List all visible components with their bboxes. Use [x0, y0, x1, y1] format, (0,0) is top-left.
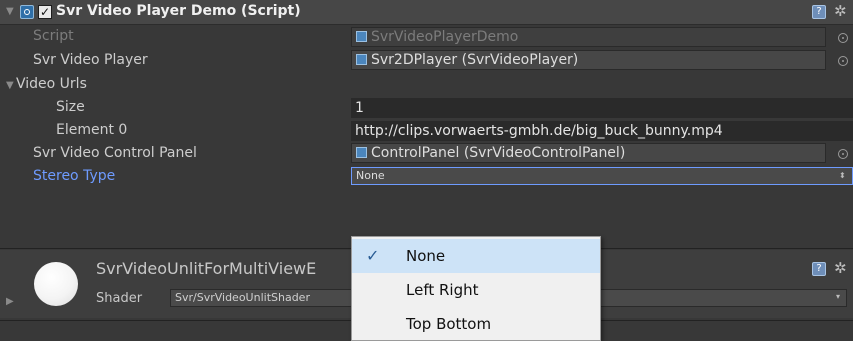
- script-field: SvrVideoPlayerDemo: [351, 27, 826, 47]
- size-input[interactable]: 1: [351, 98, 853, 118]
- stereo-type-dropdown[interactable]: None: [351, 167, 853, 185]
- dropdown-arrows-icon: ⬍: [839, 171, 846, 180]
- material-foldout-arrow-icon[interactable]: ▶: [6, 296, 14, 307]
- control-panel-object-picker-icon[interactable]: [838, 149, 848, 159]
- script-icon: [20, 5, 34, 19]
- component-enabled-checkbox[interactable]: ✓: [38, 5, 52, 19]
- script-asset-icon: [356, 31, 367, 42]
- element-0-label: Element 0: [56, 122, 128, 138]
- video-player-object-picker-icon[interactable]: [838, 56, 848, 66]
- object-reference-icon: [356, 54, 367, 65]
- script-field-value: SvrVideoPlayerDemo: [371, 29, 519, 45]
- stereo-option-none[interactable]: ✓ None: [352, 239, 600, 273]
- shader-label: Shader: [96, 291, 143, 306]
- video-player-field[interactable]: Svr2DPlayer (SvrVideoPlayer): [351, 50, 826, 70]
- shader-dropdown-value: Svr/SvrVideoUnlitShader: [175, 291, 310, 304]
- material-help-icon[interactable]: ?: [812, 262, 826, 276]
- control-panel-field-value: ControlPanel (SvrVideoControlPanel): [371, 145, 626, 161]
- stereo-type-dropdown-value: None: [356, 169, 385, 182]
- gear-icon[interactable]: ✲: [834, 4, 847, 19]
- video-urls-foldout-arrow-icon[interactable]: ▼: [6, 80, 14, 91]
- stereo-option-label: None: [406, 247, 446, 265]
- stereo-type-label: Stereo Type: [33, 168, 116, 184]
- stereo-option-left-right[interactable]: Left Right: [352, 273, 600, 307]
- material-name: SvrVideoUnlitForMultiViewE: [96, 259, 317, 278]
- stereo-option-label: Left Right: [406, 281, 479, 299]
- help-icon[interactable]: ?: [812, 5, 826, 19]
- foldout-arrow-icon[interactable]: ▼: [6, 6, 14, 17]
- stereo-type-menu: ✓ None Left Right Top Bottom: [351, 236, 601, 341]
- video-player-label: Svr Video Player: [33, 52, 148, 68]
- element-0-input[interactable]: http://clips.vorwaerts-gmbh.de/big_buck_…: [351, 121, 853, 141]
- material-gear-icon[interactable]: ✲: [834, 261, 847, 276]
- checkmark-icon: ✓: [366, 246, 380, 265]
- size-label: Size: [56, 99, 85, 115]
- component-title: Svr Video Player Demo (Script): [56, 3, 301, 19]
- video-urls-label[interactable]: Video Urls: [16, 76, 87, 92]
- video-player-field-value: Svr2DPlayer (SvrVideoPlayer): [371, 52, 579, 68]
- control-panel-field[interactable]: ControlPanel (SvrVideoControlPanel): [351, 143, 826, 163]
- shader-dropdown-arrow-icon: ▾: [836, 292, 841, 301]
- object-reference-icon: [356, 147, 367, 158]
- script-label: Script: [33, 28, 74, 44]
- script-object-picker-icon: [838, 33, 848, 43]
- stereo-option-label: Top Bottom: [406, 315, 492, 333]
- material-preview-sphere: [34, 262, 78, 306]
- stereo-option-top-bottom[interactable]: Top Bottom: [352, 307, 600, 341]
- control-panel-label: Svr Video Control Panel: [33, 145, 197, 161]
